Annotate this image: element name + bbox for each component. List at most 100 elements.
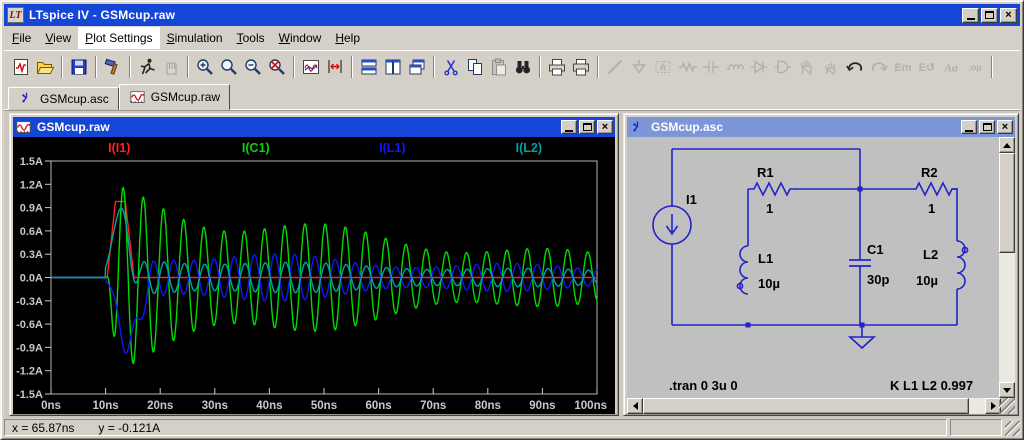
waveform-plot-area[interactable]: I(I1) I(C1) I(L1) I(L2) 1.5A 1.2A 0.9A 0.6A 0.3A… xyxy=(13,137,615,414)
toolbar-text-button xyxy=(939,55,963,79)
menu-file[interactable]: File xyxy=(5,27,38,49)
scroll-up-button[interactable] xyxy=(999,137,1015,153)
undo-icon xyxy=(845,57,865,77)
tab-gsmcup.asc[interactable]: GSMcup.asc xyxy=(8,87,119,110)
toolbar-print-preview-button[interactable] xyxy=(545,55,569,79)
schematic-canvas[interactable]: I1 R1 1 R2 1 L1 10µ C1 30p L2 10µ .tran … xyxy=(627,137,1001,398)
toolbar-zoom-in-button[interactable] xyxy=(193,55,217,79)
toolbar-autorange-button[interactable] xyxy=(323,55,347,79)
tile-vertical-icon xyxy=(383,57,403,77)
toolbar-open-button[interactable] xyxy=(33,55,57,79)
l2-value-label: 10µ xyxy=(916,273,938,288)
schematic-window-titlebar[interactable]: GSMcup.asc × xyxy=(627,117,1015,137)
cursor-readout-panel: x = 65.87ns y = -0.121A xyxy=(4,419,947,436)
toolbar-zoom-back-button[interactable] xyxy=(217,55,241,79)
schematic-horizontal-scrollbar[interactable] xyxy=(627,398,1001,414)
trace-I(L2) xyxy=(51,207,598,295)
toolbar-separator xyxy=(61,55,63,78)
toolbar-zoom-out-button[interactable] xyxy=(241,55,265,79)
c1-value-label: 30p xyxy=(867,272,889,287)
menu-simulation[interactable]: Simulation xyxy=(160,27,230,49)
toolbar-tile-vertical-button[interactable] xyxy=(381,55,405,79)
menu-tools[interactable]: Tools xyxy=(230,27,272,49)
waveform-window-titlebar[interactable]: GSMcup.raw × xyxy=(13,117,615,137)
main-titlebar[interactable]: LT LTspice IV - GSMcup.raw × xyxy=(4,4,1020,26)
toolbar-run-button[interactable] xyxy=(135,55,159,79)
schematic-close-button[interactable]: × xyxy=(997,120,1013,134)
net-label-icon xyxy=(653,57,673,77)
toolbar-new-schematic-button[interactable] xyxy=(9,55,33,79)
x-axis-label: 40ns xyxy=(256,400,282,412)
toolbar-tile-horizontal-button[interactable] xyxy=(357,55,381,79)
window-resize-grip[interactable] xyxy=(1005,421,1020,436)
r1-ref-label: R1 xyxy=(757,165,774,180)
schematic-maximize-button[interactable] xyxy=(979,120,995,134)
minimize-button[interactable] xyxy=(962,7,979,23)
drag-icon xyxy=(821,57,841,77)
waveform-close-button[interactable]: × xyxy=(597,120,613,134)
toolbar-print-button[interactable] xyxy=(569,55,593,79)
i1-ref-label: I1 xyxy=(686,192,697,207)
diode-icon xyxy=(749,57,769,77)
toolbar-separator xyxy=(433,55,435,78)
schematic-resize-grip[interactable] xyxy=(999,398,1015,414)
vertical-scroll-thumb[interactable] xyxy=(999,153,1015,253)
maximize-button[interactable] xyxy=(981,7,998,23)
schematic-canvas-area: I1 R1 1 R2 1 L1 10µ C1 30p L2 10µ .tran … xyxy=(627,137,1015,414)
menu-view[interactable]: View xyxy=(38,27,78,49)
schematic-vertical-scrollbar[interactable] xyxy=(999,137,1015,398)
x-axis-label: 80ns xyxy=(475,400,501,412)
toolbar-copy-button[interactable] xyxy=(463,55,487,79)
toolbar-find-button[interactable] xyxy=(511,55,535,79)
toolbar-wire-button xyxy=(603,55,627,79)
toolbar-cascade-windows-button[interactable] xyxy=(405,55,429,79)
text-icon xyxy=(941,57,961,77)
ground-icon xyxy=(629,57,649,77)
x-axis-label: 50ns xyxy=(311,400,337,412)
scroll-down-button[interactable] xyxy=(999,382,1015,398)
l1-value-label: 10µ xyxy=(758,276,780,291)
toolbar-drag-button xyxy=(819,55,843,79)
ltspice-logo-icon: LT xyxy=(7,7,24,23)
cut-icon xyxy=(441,57,461,77)
menu-bar: File View Plot Settings Simulation Tools Wind… xyxy=(4,26,1020,50)
new-schematic-icon xyxy=(11,57,31,77)
legend-trace-I(L1)[interactable]: I(L1) xyxy=(379,141,405,155)
toolbar-plot-settings-button[interactable] xyxy=(299,55,323,79)
waveform-maximize-button[interactable] xyxy=(579,120,595,134)
toolbar-mirror-button xyxy=(891,55,915,79)
toolbar-component-button xyxy=(771,55,795,79)
waveform-plot[interactable]: I(I1) I(C1) I(L1) I(L2) 1.5A 1.2A 0.9A 0.6A 0.3A… xyxy=(13,137,617,414)
toolbar-control-panel-button[interactable] xyxy=(101,55,125,79)
mdi-workspace: GSMcup.raw × I(I1) I(C1) I(L1) I(L2) 1.5A 1.2… xyxy=(4,110,1020,418)
menu-help[interactable]: Help xyxy=(328,27,367,49)
scroll-left-button[interactable] xyxy=(627,398,643,414)
legend-trace-I(I1)[interactable]: I(I1) xyxy=(108,141,130,155)
menu-window[interactable]: Window xyxy=(272,27,329,49)
legend-trace-I(L2)[interactable]: I(L2) xyxy=(516,141,542,155)
wire-icon xyxy=(605,57,625,77)
tab-label: GSMcup.asc xyxy=(40,91,109,106)
close-button[interactable]: × xyxy=(1000,7,1017,23)
horizontal-scroll-thumb[interactable] xyxy=(643,398,969,414)
x-axis-label: 10ns xyxy=(92,400,118,412)
copy-icon xyxy=(465,57,485,77)
y-axis-label: -0.6A xyxy=(16,319,43,331)
autorange-icon xyxy=(325,57,345,77)
tran-directive-label: .tran 0 3u 0 xyxy=(669,378,738,393)
toolbar-save-button[interactable] xyxy=(67,55,91,79)
menu-plot-settings[interactable]: Plot Settings xyxy=(78,27,160,49)
tab-gsmcup.raw[interactable]: GSMcup.raw xyxy=(118,84,231,110)
schematic-minimize-button[interactable] xyxy=(961,120,977,134)
toolbar-undo-button[interactable] xyxy=(843,55,867,79)
l2-ref-label: L2 xyxy=(923,247,938,262)
toolbar-cut-button[interactable] xyxy=(439,55,463,79)
toolbar-zoom-full-extents-button[interactable] xyxy=(265,55,289,79)
open-icon xyxy=(35,57,55,77)
toolbar-separator xyxy=(991,55,993,78)
legend-trace-I(C1)[interactable]: I(C1) xyxy=(242,141,270,155)
status-bar: x = 65.87ns y = -0.121A xyxy=(4,416,1020,436)
waveform-minimize-button[interactable] xyxy=(561,120,577,134)
cursor-x-readout: x = 65.87ns xyxy=(12,420,75,435)
print-icon xyxy=(571,57,591,77)
